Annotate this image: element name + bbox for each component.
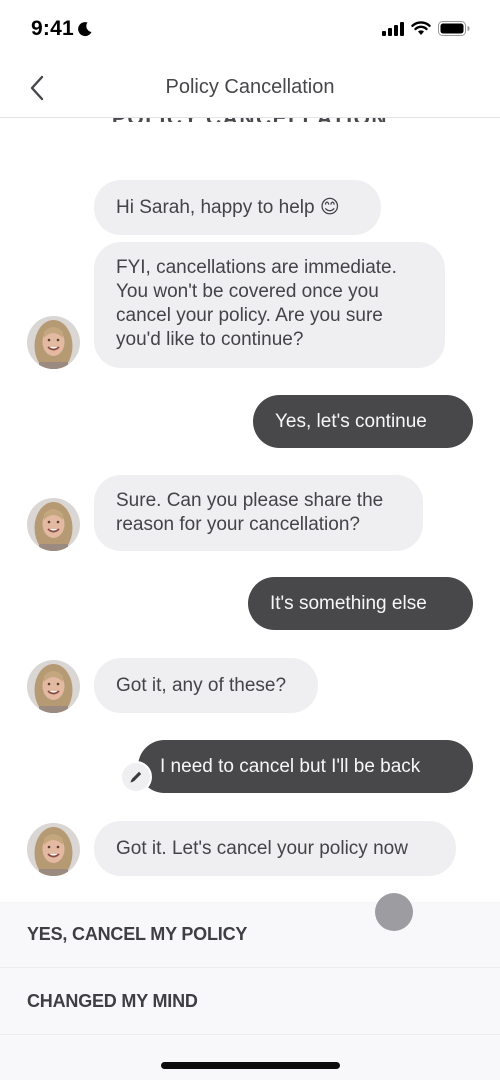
agent-photo — [27, 660, 80, 713]
bot-message: Got it. Let's cancel your policy now — [94, 821, 456, 876]
agent-avatar — [27, 316, 80, 369]
agent-avatar — [27, 823, 80, 876]
status-icons — [382, 21, 470, 36]
moon-icon — [77, 22, 92, 37]
user-message: It's something else — [248, 577, 473, 630]
agent-avatar — [27, 660, 80, 713]
bot-message: Sure. Can you please share the reason fo… — [94, 475, 423, 551]
page-title: Policy Cancellation — [165, 76, 335, 98]
status-time: 9:41 — [31, 17, 93, 41]
agent-photo — [27, 823, 80, 876]
nav-bar: Policy Cancellation — [0, 60, 500, 118]
agent-photo — [27, 316, 80, 369]
pencil-icon — [130, 771, 142, 783]
clock: 9:41 — [31, 17, 74, 40]
bot-message: FYI, cancellations are immediate. You wo… — [94, 242, 445, 368]
bot-message: Hi Sarah, happy to help 😊 — [94, 180, 381, 235]
status-bar: 9:41 — [0, 0, 500, 60]
cellular-signal-icon — [382, 21, 404, 36]
battery-icon — [438, 21, 470, 36]
touch-indicator — [375, 893, 413, 931]
option-yes-cancel-policy[interactable]: YES, CANCEL MY POLICY — [0, 902, 500, 968]
option-changed-my-mind[interactable]: CHANGED MY MIND — [0, 969, 500, 1035]
user-message: Yes, let's continue — [253, 395, 473, 448]
home-indicator[interactable] — [161, 1062, 340, 1069]
user-message: I need to cancel but I'll be back — [138, 740, 473, 793]
agent-avatar — [27, 498, 80, 551]
edit-message-button[interactable] — [120, 761, 152, 793]
wifi-icon — [411, 21, 431, 35]
chat-thread[interactable]: Hi Sarah, happy to help 😊 FYI, cancellat… — [0, 118, 500, 902]
bot-message: Got it, any of these? — [94, 658, 318, 713]
reply-options: YES, CANCEL MY POLICY CHANGED MY MIND — [0, 902, 500, 1080]
agent-photo — [27, 498, 80, 551]
